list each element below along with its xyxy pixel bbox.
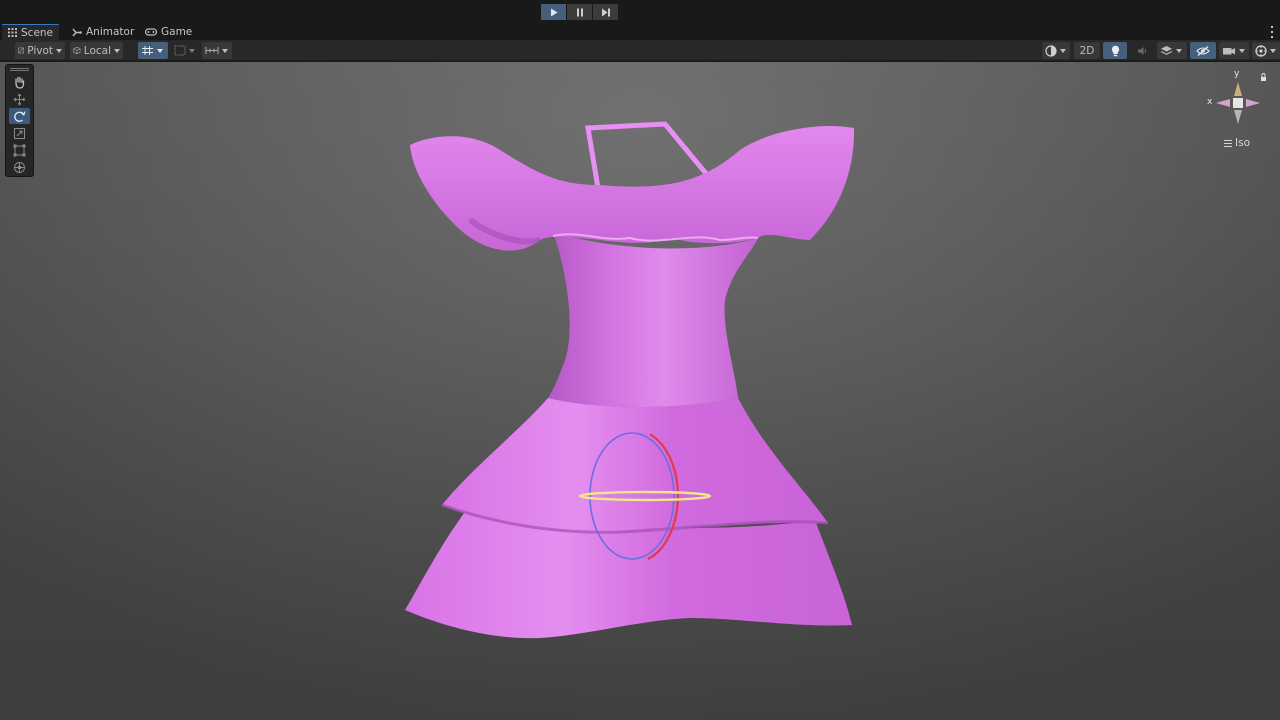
gizmo-neg-y-cone[interactable] (1234, 110, 1242, 124)
pause-icon (576, 8, 583, 16)
eye-slash-icon (1196, 45, 1210, 56)
chevron-down-icon (56, 48, 62, 53)
effects-dropdown[interactable] (1157, 42, 1187, 59)
bodice (548, 232, 758, 407)
scene-toolbar: Pivot Local 2D (0, 40, 1280, 61)
gizmo-y-label: y (1234, 69, 1240, 79)
scale-tool-button[interactable] (9, 125, 30, 141)
step-button[interactable] (593, 4, 618, 20)
dress-model[interactable] (0, 62, 1280, 720)
step-icon (601, 8, 610, 16)
iso-menu-icon (1224, 139, 1232, 147)
grid-visibility-toggle[interactable] (171, 42, 199, 59)
lighting-toggle[interactable] (1103, 42, 1127, 59)
gamepad-icon (145, 28, 157, 36)
gizmos-dropdown[interactable] (1252, 42, 1280, 59)
gizmo-neg-x-cone[interactable] (1246, 99, 1260, 107)
move-icon (13, 93, 26, 105)
cube-icon (73, 46, 81, 55)
sphere-icon (1045, 44, 1057, 57)
chevron-down-icon (1239, 48, 1245, 53)
shading-mode-dropdown[interactable] (1042, 42, 1070, 59)
rect-icon (13, 144, 26, 156)
transform-icon (14, 161, 25, 173)
grid-snap-toggle[interactable] (138, 42, 168, 59)
gizmo-x-cone[interactable] (1216, 99, 1230, 107)
chevron-down-icon (157, 48, 163, 53)
rect-tool-button[interactable] (9, 142, 30, 158)
lightbulb-icon (1111, 45, 1119, 56)
chevron-down-icon (189, 48, 195, 53)
pause-button[interactable] (567, 4, 592, 20)
tab-animator[interactable]: Animator (66, 24, 140, 40)
tab-scene-label: Scene (21, 26, 54, 39)
play-button[interactable] (541, 4, 566, 20)
scale-icon (14, 127, 25, 139)
scene-grid-icon (8, 28, 17, 37)
chevron-down-icon (1176, 48, 1182, 53)
drag-handle-icon[interactable] (10, 68, 29, 71)
gizmo-center-cube[interactable] (1233, 98, 1243, 108)
2d-toggle[interactable]: 2D (1074, 42, 1100, 59)
pivot-dropdown[interactable]: Pivot (15, 42, 65, 59)
ruler-icon (205, 47, 219, 54)
tab-game-label: Game (161, 26, 193, 38)
local-dropdown[interactable]: Local (70, 42, 123, 59)
rotate-icon (14, 110, 26, 122)
chevron-down-icon (114, 48, 120, 53)
scene-visibility-toggle[interactable] (1190, 42, 1216, 59)
projection-label: Iso (1235, 137, 1250, 149)
tab-scene[interactable]: Scene (2, 24, 60, 40)
skirt-upper-tier (442, 398, 828, 534)
play-mode-bar (0, 0, 1280, 24)
camera-icon (1223, 47, 1235, 54)
grid-snap-icon (174, 45, 186, 56)
camera-dropdown[interactable] (1219, 42, 1249, 59)
play-icon (550, 8, 557, 16)
transform-tool-button[interactable] (9, 159, 30, 175)
local-label: Local (83, 44, 111, 57)
tab-menu-icon[interactable] (1270, 26, 1274, 38)
projection-toggle[interactable]: Iso (1224, 137, 1250, 149)
grid-icon (142, 46, 153, 55)
gizmo-x-label: x (1207, 97, 1213, 107)
tab-game[interactable]: Game (139, 24, 198, 40)
hand-icon (15, 76, 25, 89)
2d-label: 2D (1079, 44, 1095, 57)
chevron-down-icon (1270, 48, 1276, 53)
move-tool-button[interactable] (9, 91, 30, 107)
chevron-down-icon (1060, 48, 1066, 53)
play-controls (541, 4, 618, 20)
tools-overlay (5, 64, 34, 177)
audio-toggle[interactable] (1131, 42, 1155, 59)
animator-icon (72, 28, 82, 36)
hand-tool-button[interactable] (9, 74, 30, 90)
pivot-label: Pivot (27, 44, 53, 57)
lock-icon[interactable] (1261, 77, 1266, 81)
gizmo-y-cone[interactable] (1234, 82, 1242, 96)
increment-snap-toggle[interactable] (202, 42, 232, 59)
tab-animator-label: Animator (86, 26, 135, 38)
pivot-icon (18, 47, 24, 54)
chevron-down-icon (222, 48, 228, 53)
rotate-tool-button[interactable] (9, 108, 30, 124)
speaker-icon (1138, 46, 1147, 55)
editor-tab-strip: Scene Animator Game (0, 24, 1280, 40)
layers-icon (1160, 46, 1173, 55)
ruffle-collar (410, 126, 855, 251)
gizmo-globe-icon (1255, 44, 1267, 57)
